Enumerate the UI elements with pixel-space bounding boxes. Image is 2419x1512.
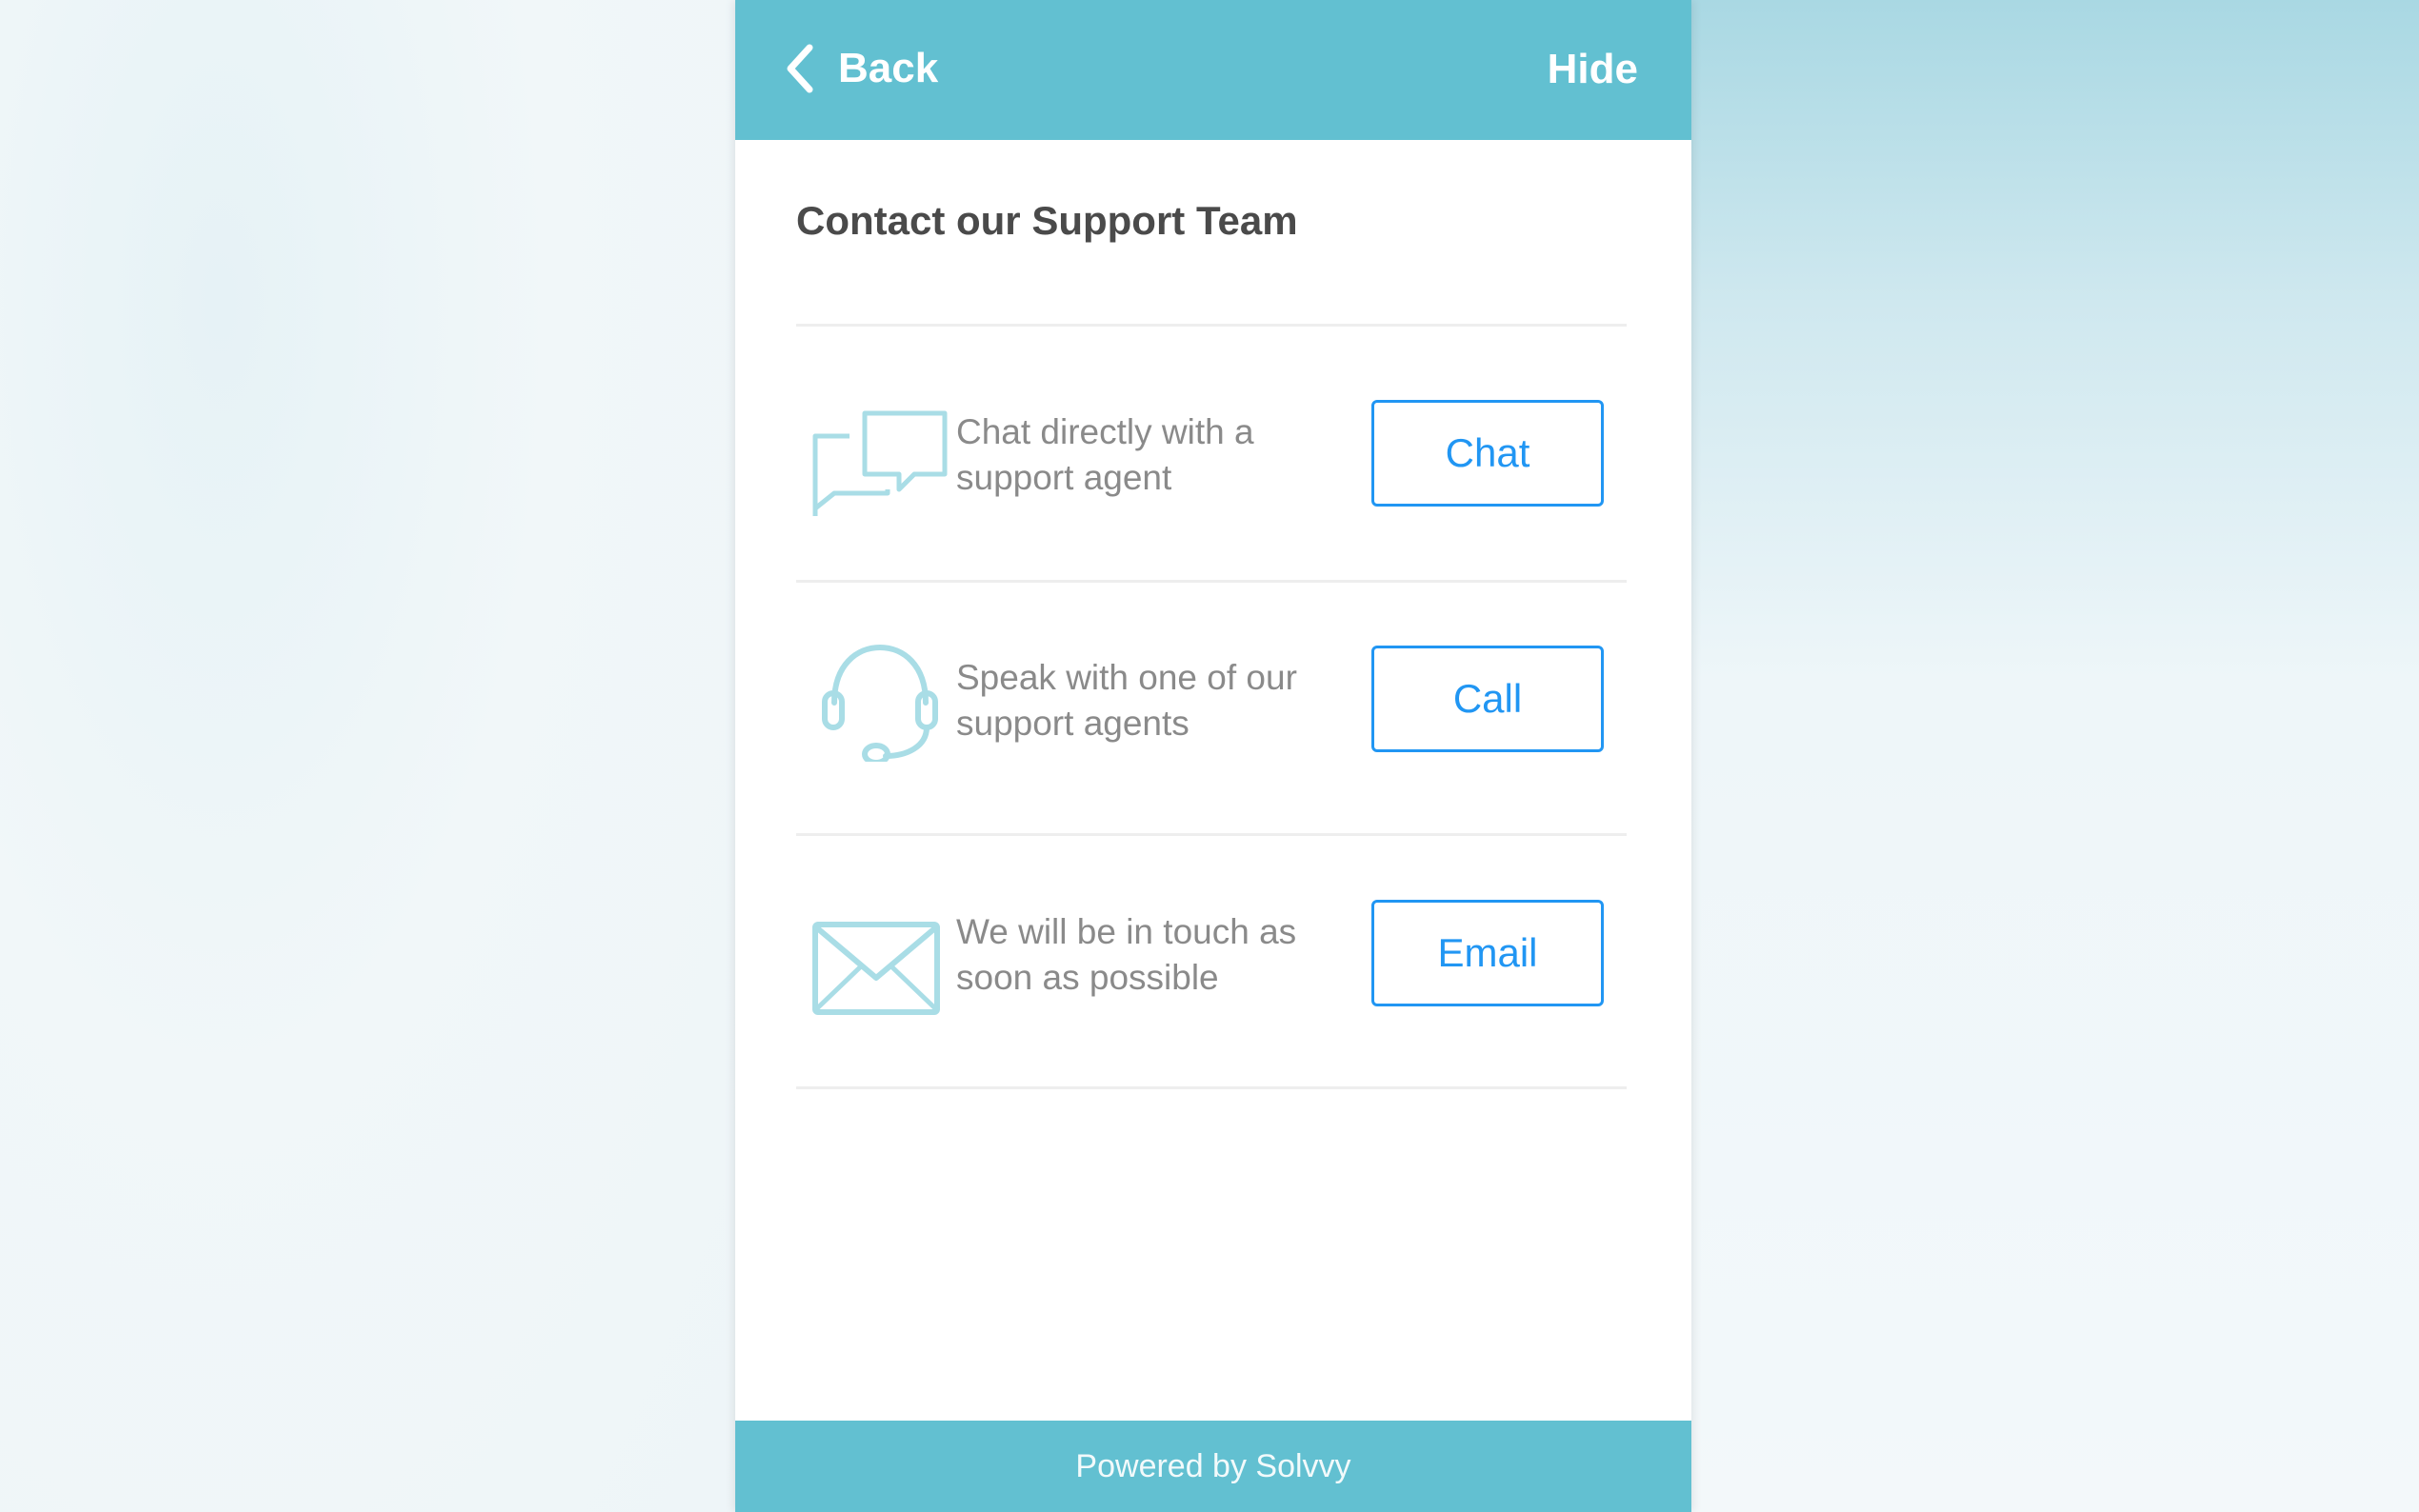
widget-footer: Powered by Solvvy [735, 1421, 1691, 1512]
background-left [0, 0, 735, 1512]
envelope-icon [812, 922, 940, 1015]
divider [796, 580, 1627, 583]
widget-header: Back Hide [735, 0, 1691, 140]
contact-option-chat: Chat directly with a support agent Chat [796, 381, 1627, 533]
email-description: We will be in touch as soon as possible [956, 912, 1297, 997]
divider [796, 1086, 1627, 1089]
email-button[interactable]: Email [1371, 900, 1604, 1006]
contact-option-email: We will be in touch as soon as possible … [796, 881, 1627, 1033]
page-title: Contact our Support Team [796, 198, 1298, 243]
hide-button[interactable]: Hide [1548, 46, 1638, 93]
divider [796, 833, 1627, 836]
support-widget-panel: Back Hide Contact our Support Team Chat … [735, 0, 1691, 1512]
headset-icon [822, 644, 938, 762]
background-right [1691, 0, 2419, 1512]
back-label: Back [838, 45, 939, 91]
back-button[interactable]: Back [781, 38, 938, 99]
call-description: Speak with one of our support agents [956, 658, 1297, 743]
call-button[interactable]: Call [1371, 646, 1604, 752]
contact-option-call: Speak with one of our support agents Cal… [796, 627, 1627, 779]
chevron-left-icon [787, 44, 813, 93]
powered-by-label: Powered by Solvvy [1075, 1447, 1351, 1484]
chat-bubbles-icon [812, 410, 948, 516]
divider [796, 324, 1627, 327]
chat-button[interactable]: Chat [1371, 400, 1604, 507]
chat-description: Chat directly with a support agent [956, 412, 1254, 497]
